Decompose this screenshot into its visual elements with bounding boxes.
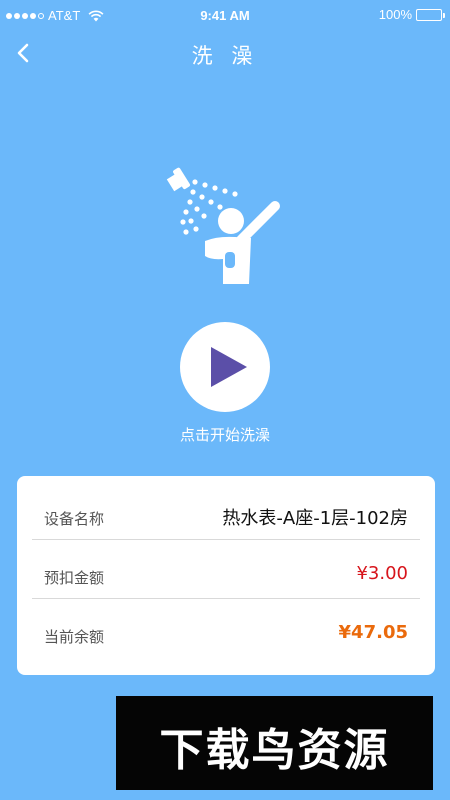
balance-label: 当前余额 — [44, 628, 105, 646]
info-card: 设备名称 热水表-A座-1层-102房 预扣金额 ¥3.00 当前余额 ¥47.… — [17, 476, 435, 675]
status-bar: AT&T 9:41 AM 100% — [0, 0, 450, 30]
device-row: 设备名称 热水表-A座-1层-102房 — [32, 486, 420, 546]
start-shower-button[interactable] — [180, 322, 270, 412]
page-title: 洗 澡 — [191, 44, 259, 68]
watermark-text: 下载鸟资源 — [159, 725, 390, 776]
status-right: 100% — [378, 7, 445, 22]
device-label: 设备名称 — [44, 510, 105, 528]
device-value: 热水表-A座-1层-102房 — [222, 508, 408, 529]
balance-value: ¥47.05 — [338, 622, 408, 643]
watermark-logo: 下载鸟资源 — [116, 696, 433, 790]
balance-row: 当前余额 ¥47.05 — [32, 604, 420, 664]
battery-percent: 100% — [378, 7, 412, 22]
shower-person-icon — [166, 167, 280, 284]
start-hint: 点击开始洗澡 — [179, 426, 270, 444]
nav-bar: 洗 澡 — [0, 30, 450, 76]
deposit-row: 预扣金额 ¥3.00 — [32, 545, 420, 605]
deposit-value: ¥3.00 — [356, 563, 408, 584]
deposit-label: 预扣金额 — [44, 569, 105, 587]
play-icon — [211, 347, 247, 387]
battery-icon — [416, 8, 445, 21]
divider — [32, 598, 420, 599]
divider — [32, 539, 420, 540]
